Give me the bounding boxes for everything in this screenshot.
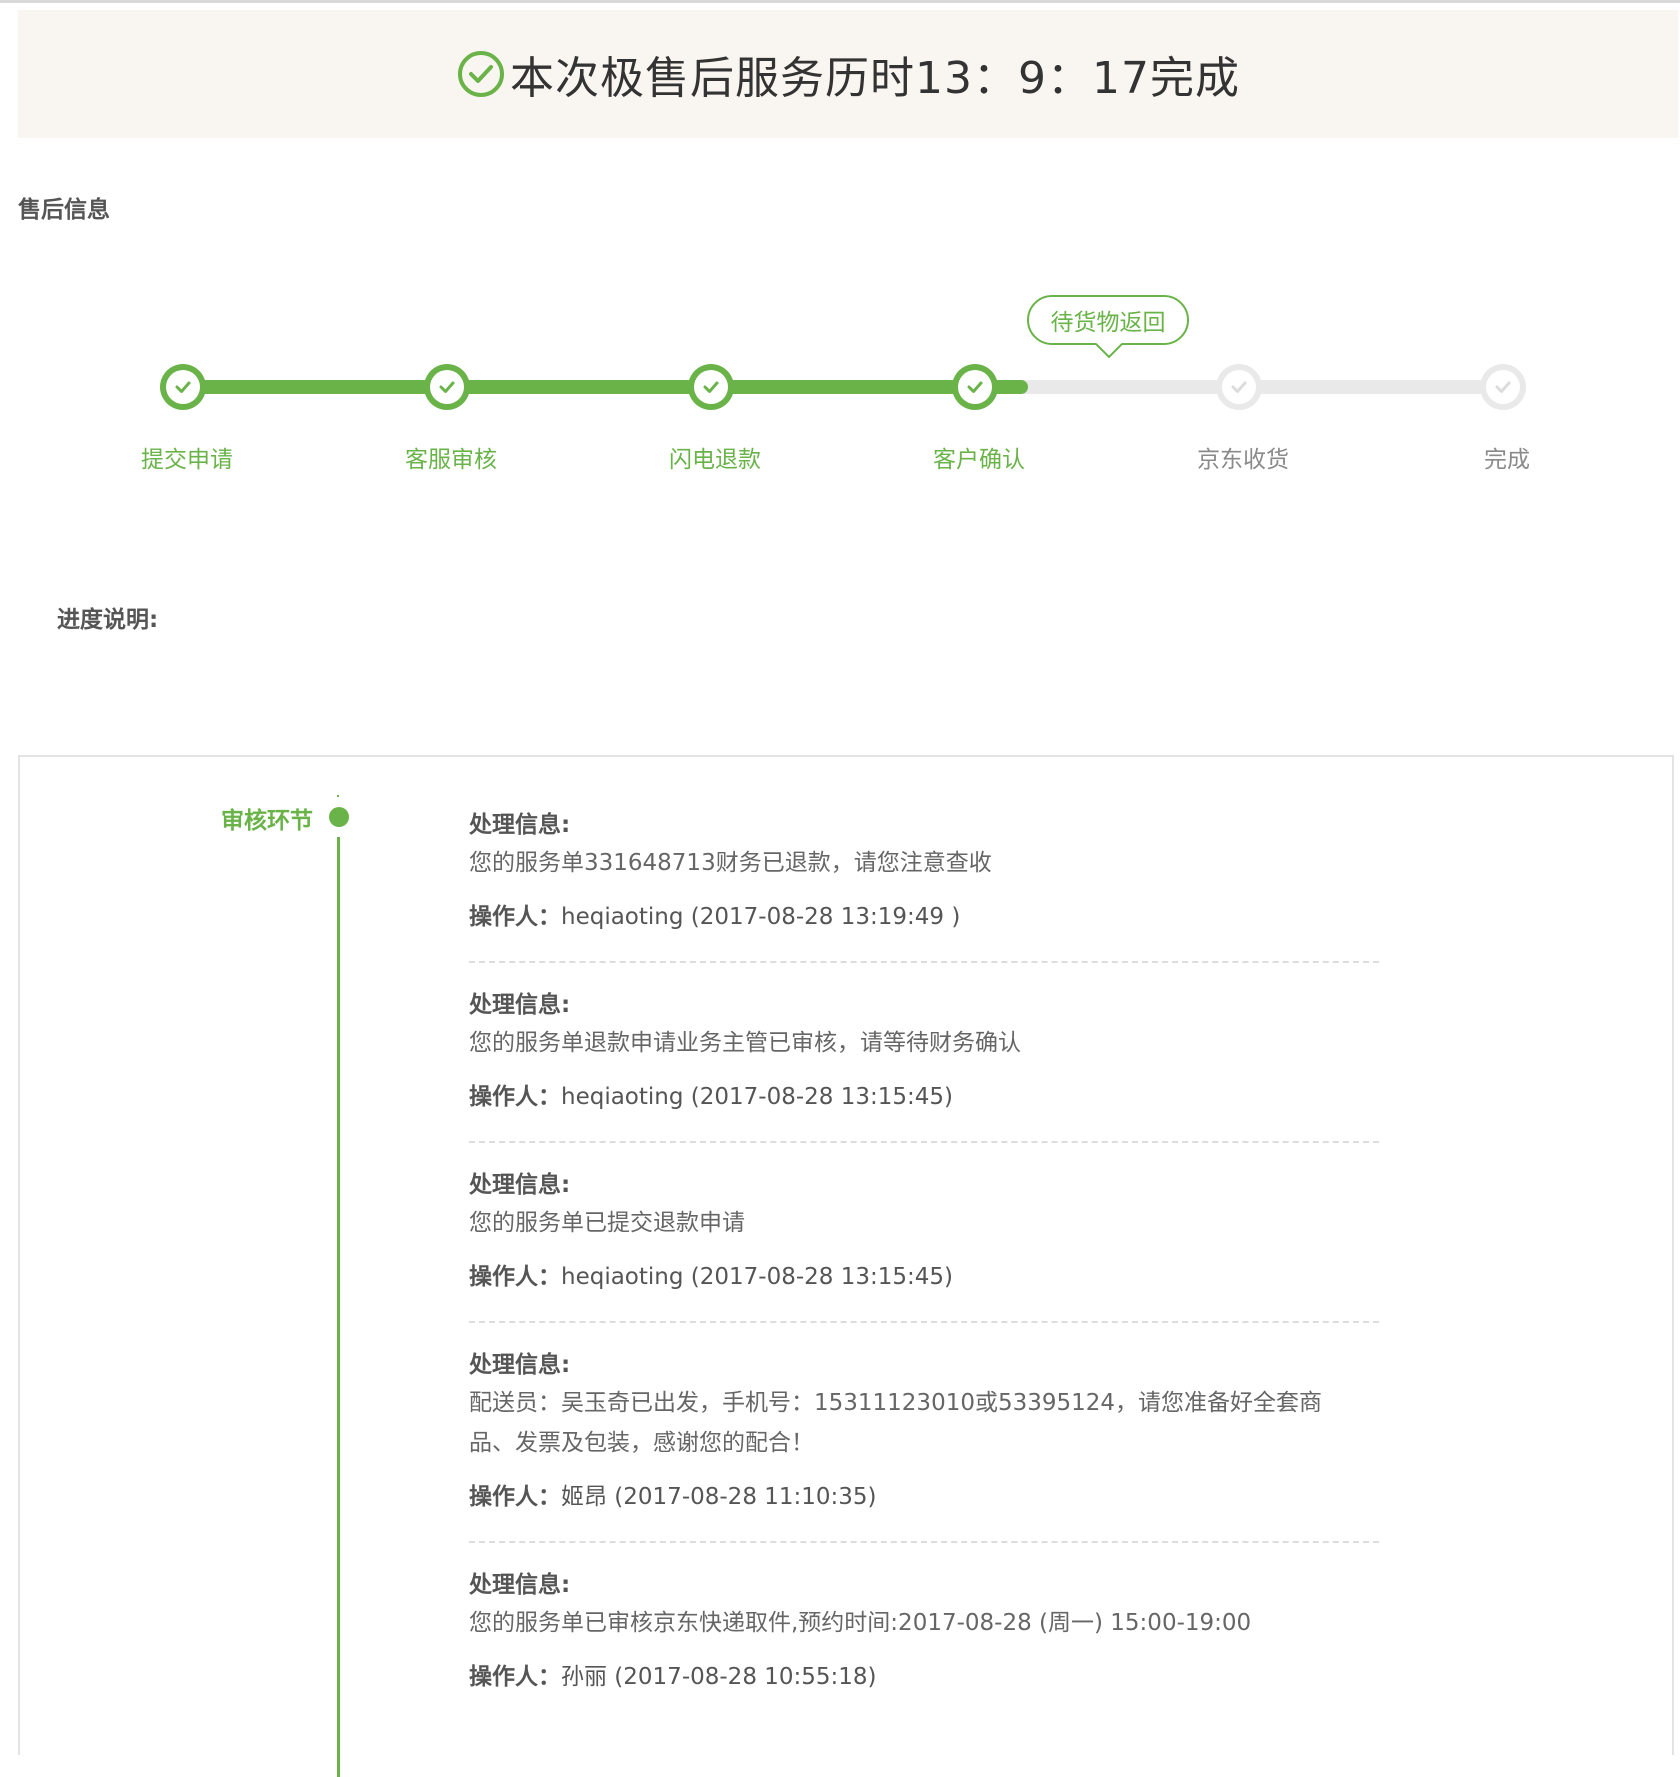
operator-key: 操作人： <box>469 1264 561 1290</box>
log-entry: 处理信息: 您的服务单退款申请业务主管已审核，请等待财务确认 操作人：heqiaot… <box>469 989 1379 1143</box>
log-entry: 处理信息: 配送员：吴玉奇已出发，手机号：15311123010或53395124… <box>469 1349 1379 1543</box>
step-node-1 <box>160 364 206 410</box>
operator-key: 操作人： <box>469 904 561 930</box>
entry-message: 您的服务单331648713财务已退款，请您注意查收 <box>469 850 992 876</box>
banner-title: 本次极售后服务历时13：9：17完成 <box>510 53 1240 104</box>
check-circle-icon <box>458 51 504 97</box>
current-status-bubble: 待货物返回 <box>1027 295 1189 345</box>
log-entry: 处理信息: 您的服务单已提交退款申请 操作人：heqiaoting (2017-08… <box>469 1169 1379 1323</box>
entry-heading: 处理信息: <box>469 1352 571 1378</box>
operator-value: heqiaoting (2017-08-28 13:15:45) <box>561 1084 953 1110</box>
step-node-inner <box>430 370 464 404</box>
step-node-inner <box>1486 370 1520 404</box>
step-label-6: 完成 <box>1484 447 1530 473</box>
step-label-4: 客户确认 <box>933 447 1025 473</box>
step-node-inner <box>1222 370 1256 404</box>
operator-key: 操作人： <box>469 1084 561 1110</box>
entry-message: 您的服务单退款申请业务主管已审核，请等待财务确认 <box>469 1030 1021 1056</box>
operator-key: 操作人： <box>469 1664 561 1690</box>
entry-message: 您的服务单已审核京东快递取件,预约时间:2017-08-28 (周一) 15:0… <box>469 1610 1252 1636</box>
entry-heading: 处理信息: <box>469 1172 571 1198</box>
entry-operator: 操作人：heqiaoting (2017-08-28 13:15:45) <box>469 1081 1379 1113</box>
entry-message: 您的服务单已提交退款申请 <box>469 1210 745 1236</box>
step-node-5 <box>1216 364 1262 410</box>
log-entry: 处理信息: 您的服务单331648713财务已退款，请您注意查收 操作人：heqia… <box>469 809 1379 963</box>
step-label-3: 闪电退款 <box>669 447 761 473</box>
log-entry: 处理信息: 您的服务单已审核京东快递取件,预约时间:2017-08-28 (周一)… <box>469 1569 1379 1721</box>
process-log: 审核环节 处理信息: 您的服务单331648713财务已退款，请您注意查收 操作人：… <box>18 755 1674 1777</box>
operator-value: heqiaoting (2017-08-28 13:15:45) <box>561 1264 953 1290</box>
check-icon <box>439 381 455 393</box>
bubble-pointer <box>1096 343 1122 359</box>
entry-heading: 处理信息: <box>469 1572 571 1598</box>
entry-operator: 操作人：孙丽 (2017-08-28 10:55:18) <box>469 1661 1379 1693</box>
check-icon <box>967 381 983 393</box>
stage-label: 审核环节 <box>221 808 313 834</box>
entry-operator: 操作人：姬昂 (2017-08-28 11:10:35) <box>469 1481 1379 1513</box>
step-node-6 <box>1480 364 1526 410</box>
step-label-2: 客服审核 <box>405 447 497 473</box>
step-node-inner <box>958 370 992 404</box>
log-entries: 处理信息: 您的服务单331648713财务已退款，请您注意查收 操作人：heqia… <box>469 809 1379 1747</box>
entry-message: 配送员：吴玉奇已出发，手机号：15311123010或53395124，请您准备… <box>469 1390 1323 1456</box>
step-node-4 <box>952 364 998 410</box>
step-node-inner <box>166 370 200 404</box>
step-node-3 <box>688 364 734 410</box>
operator-value: 姬昂 (2017-08-28 11:10:35) <box>561 1484 877 1510</box>
entry-heading: 处理信息: <box>469 812 571 838</box>
timeline-tick <box>337 795 339 797</box>
progress-tracker: 待货物返回 提交申请 客服审核 闪电退款 客户确认 京东收货 完成 <box>0 280 1680 500</box>
step-node-2 <box>424 364 470 410</box>
check-icon <box>175 381 191 393</box>
timeline-dot <box>329 807 349 827</box>
entry-operator: 操作人：heqiaoting (2017-08-28 13:19:49 ) <box>469 901 1379 933</box>
entry-heading: 处理信息: <box>469 992 571 1018</box>
check-icon <box>1495 381 1511 393</box>
top-divider <box>0 0 1680 3</box>
banner-content: 本次极售后服务历时13：9：17完成 <box>456 42 1240 106</box>
timeline-line <box>337 837 340 1777</box>
check-icon <box>703 381 719 393</box>
operator-key: 操作人： <box>469 1484 561 1510</box>
step-label-1: 提交申请 <box>141 447 233 473</box>
operator-value: 孙丽 (2017-08-28 10:55:18) <box>561 1664 877 1690</box>
step-node-inner <box>694 370 728 404</box>
completion-banner: 本次极售后服务历时13：9：17完成 <box>18 10 1678 138</box>
progress-fill <box>183 380 1028 394</box>
section-title: 售后信息 <box>18 197 110 223</box>
step-label-5: 京东收货 <box>1197 447 1289 473</box>
check-icon <box>1231 381 1247 393</box>
entry-operator: 操作人：heqiaoting (2017-08-28 13:15:45) <box>469 1261 1379 1293</box>
operator-value: heqiaoting (2017-08-28 13:19:49 ) <box>561 904 961 930</box>
progress-description-label: 进度说明: <box>57 607 159 633</box>
